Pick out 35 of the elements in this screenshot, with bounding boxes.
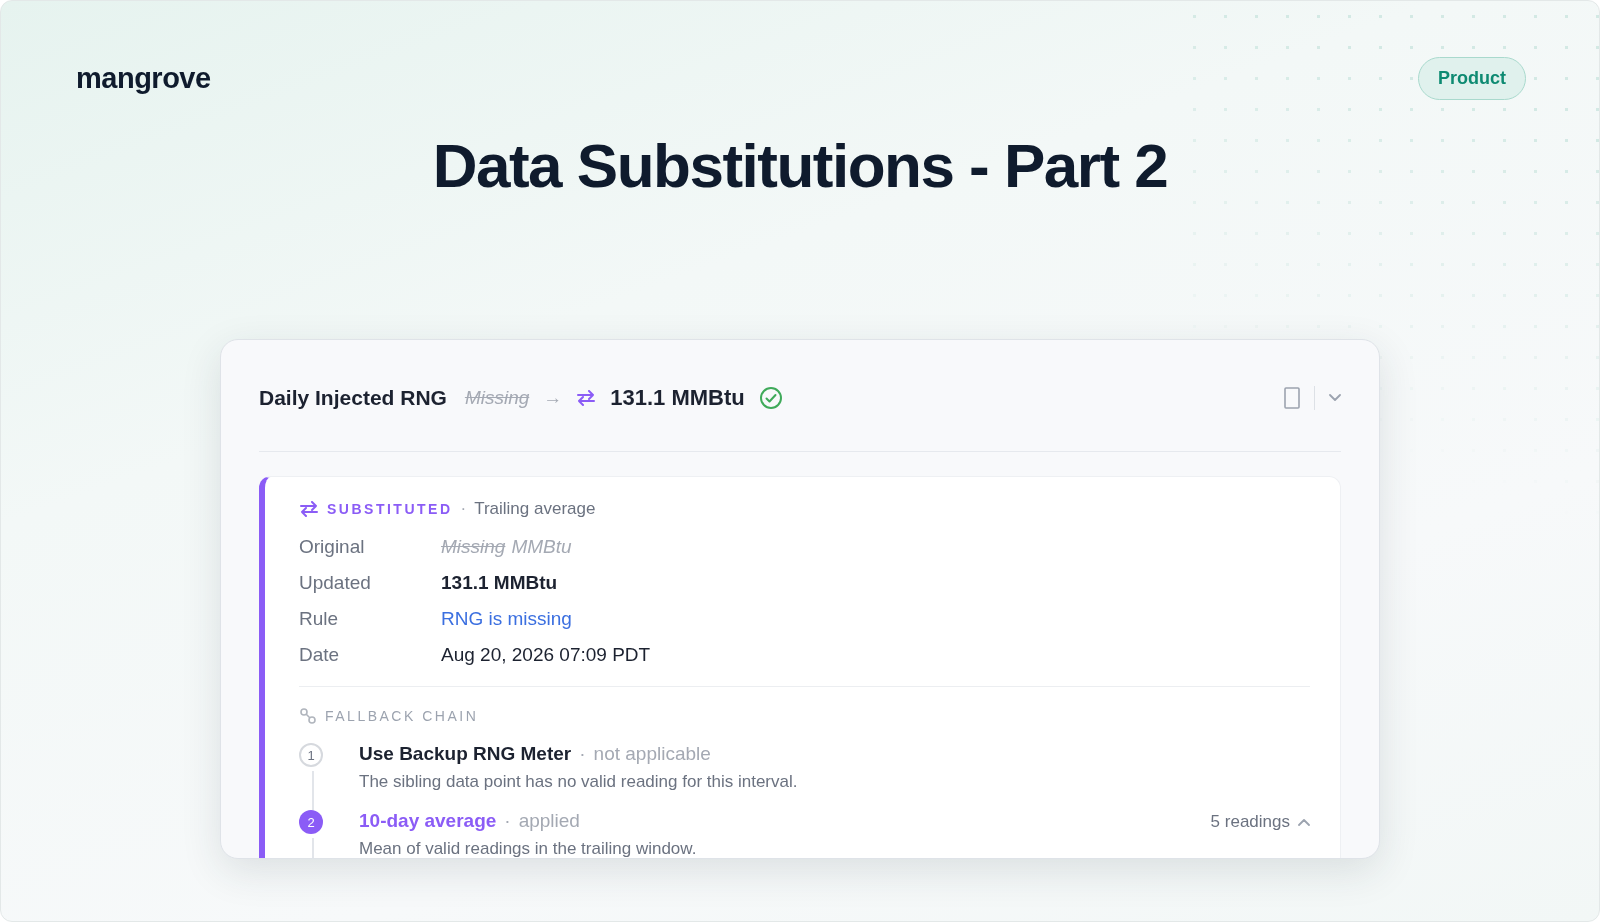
swap-icon <box>299 501 319 517</box>
original-value: Missing <box>464 386 530 409</box>
category-tag: Product <box>1418 57 1526 100</box>
field-label: Updated <box>299 572 372 594</box>
bookmark-icon[interactable] <box>1284 386 1300 409</box>
field-label: Original <box>299 536 366 558</box>
step-description: Mean of valid readings in the trailing window. <box>359 839 698 858</box>
method-label: Trailing average <box>474 499 596 519</box>
caret-icon[interactable] <box>1329 393 1341 402</box>
field-label: Date <box>299 644 341 666</box>
separator-dot: · <box>504 810 511 832</box>
step-description: The sibling data point has no valid reading for this interval. <box>359 772 799 792</box>
step-number: 1 <box>299 743 323 767</box>
page-title: Data Substitutions - Part 2 <box>431 130 1169 201</box>
readings-toggle[interactable]: 5 readings <box>1210 812 1310 832</box>
arrow-glyph: → <box>543 386 563 409</box>
brand-logo: mangrove <box>76 62 211 95</box>
step-name: 10-day average <box>359 810 497 832</box>
separator-dot: · <box>579 743 586 765</box>
field-value: Aug 20, 2026 07:09 PDT <box>441 644 652 666</box>
link-chain-icon <box>299 707 317 725</box>
updated-value: 131.1 MMBtu <box>441 572 559 594</box>
section-heading: FALLBACK CHAIN <box>325 708 479 724</box>
status-label: SUBSTITUTED <box>327 501 453 517</box>
step-name: Use Backup RNG Meter <box>359 743 572 765</box>
original-value: Missing MMBtu <box>441 536 573 558</box>
step-number: 2 <box>299 810 323 834</box>
separator-dot: · <box>460 499 467 519</box>
substituted-value: 131.1 MMBtu <box>610 384 745 411</box>
swap-icon <box>576 389 597 406</box>
rule-link[interactable]: RNG is missing <box>441 608 572 630</box>
metric-name: Daily Injected RNG <box>259 385 447 410</box>
step-status: not applicable <box>593 743 711 765</box>
step-status: applied <box>518 810 580 832</box>
field-label: Rule <box>299 608 340 630</box>
